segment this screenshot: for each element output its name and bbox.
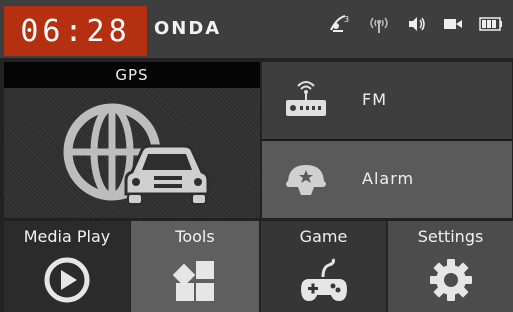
brand-logo: ONDA bbox=[154, 18, 221, 39]
clock: 06:28 bbox=[4, 6, 147, 56]
tools-tile[interactable]: Tools bbox=[131, 221, 259, 312]
radio-icon bbox=[284, 76, 328, 128]
gps-tile[interactable]: GPS bbox=[4, 62, 260, 218]
globe-car-icon bbox=[62, 102, 212, 216]
gamepad-icon bbox=[299, 257, 349, 309]
alarm-tile[interactable]: Alarm bbox=[262, 141, 512, 218]
volume-icon[interactable] bbox=[407, 15, 427, 33]
game-label: Game bbox=[299, 227, 348, 246]
gps-label: GPS bbox=[4, 62, 260, 88]
media-play-label: Media Play bbox=[23, 227, 111, 246]
home-screen: 06:28 ONDA 3 GPS FM Alarm Media Play Too… bbox=[0, 0, 513, 312]
gear-icon bbox=[428, 257, 474, 307]
battery-icon bbox=[479, 17, 503, 31]
gps-signal-icon: 3 bbox=[329, 14, 351, 34]
tools-blocks-icon bbox=[172, 257, 218, 307]
gps-signal-count: 3 bbox=[344, 15, 349, 24]
settings-label: Settings bbox=[417, 227, 484, 246]
antenna-icon bbox=[367, 14, 391, 34]
alarm-label: Alarm bbox=[362, 169, 415, 188]
tools-label: Tools bbox=[175, 227, 215, 246]
settings-tile[interactable]: Settings bbox=[388, 221, 513, 312]
camera-icon[interactable] bbox=[443, 17, 463, 31]
media-play-tile[interactable]: Media Play bbox=[4, 221, 130, 312]
alarm-bell-icon bbox=[284, 161, 328, 203]
play-circle-icon bbox=[44, 257, 90, 307]
fm-label: FM bbox=[362, 90, 388, 109]
brand-logo-text: ONDA bbox=[154, 18, 222, 39]
game-tile[interactable]: Game bbox=[261, 221, 386, 312]
status-icons: 3 bbox=[329, 14, 503, 34]
status-bar: 06:28 ONDA 3 bbox=[0, 0, 513, 58]
gps-body bbox=[4, 88, 260, 218]
fm-tile[interactable]: FM bbox=[262, 62, 512, 139]
